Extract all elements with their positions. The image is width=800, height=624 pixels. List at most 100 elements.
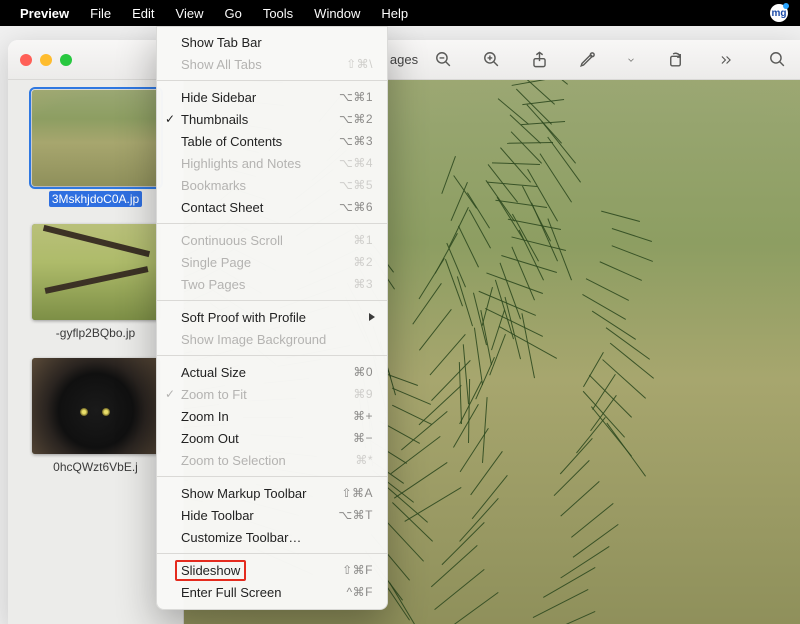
menu-item-zoom-out[interactable]: Zoom Out ⌘− <box>157 427 387 449</box>
chevrons-right-icon <box>716 53 736 67</box>
search-icon <box>768 50 787 69</box>
thumbnail-item[interactable]: 3MskhjdoC0A.jp <box>22 90 169 206</box>
thumbnail-preview <box>32 90 160 186</box>
menu-item-soft-proof-with-profile[interactable]: Soft Proof with Profile <box>157 306 387 328</box>
markup-more-button[interactable] <box>624 49 638 71</box>
menu-item-highlights-and-notes: Highlights and Notes⌥⌘4 <box>157 152 387 174</box>
menu-item-label: Zoom In <box>181 409 229 424</box>
menu-item-label: Bookmarks <box>181 178 246 193</box>
menu-item-shortcut: ⌘* <box>355 453 373 467</box>
zoom-in-icon <box>482 50 501 69</box>
share-button[interactable] <box>528 49 550 71</box>
menu-window[interactable]: Window <box>312 4 362 23</box>
menu-item-single-page: Single Page⌘2 <box>157 251 387 273</box>
menu-item-actual-size[interactable]: Actual Size⌘0 <box>157 361 387 383</box>
menu-item-hide-toolbar[interactable]: Hide Toolbar⌥⌘T <box>157 504 387 526</box>
menu-item-label: Show Markup Toolbar <box>181 486 307 501</box>
checkmark-icon: ✓ <box>165 387 175 401</box>
menu-item-label: Thumbnails <box>181 112 248 127</box>
menu-item-label: Actual Size <box>181 365 246 380</box>
menu-item-show-markup-toolbar[interactable]: Show Markup Toolbar ⇧⌘A <box>157 482 387 504</box>
view-menu-dropdown: Show Tab Bar Show All Tabs ⇧⌘\ Hide Sidebar… <box>156 26 388 610</box>
preview-window: ages <box>8 40 800 624</box>
menu-item-label: Continuous Scroll <box>181 233 283 248</box>
menu-tools[interactable]: Tools <box>261 4 295 23</box>
menu-item-shortcut: ⌥⌘4 <box>339 156 373 170</box>
menu-item-label: Slideshow <box>175 560 246 581</box>
menu-item-shortcut: ⇧⌘F <box>342 563 373 577</box>
rotate-icon <box>666 50 685 69</box>
menu-item-show-image-background: Show Image Background <box>157 328 387 350</box>
menu-item-hide-sidebar[interactable]: Hide Sidebar ⌥⌘1 <box>157 86 387 108</box>
menu-item-shortcut: ⌥⌘1 <box>339 90 373 104</box>
thumbnail-item[interactable]: -gyflp2BQbo.jp <box>22 224 169 340</box>
menu-item-show-tab-bar[interactable]: Show Tab Bar <box>157 31 387 53</box>
menu-item-zoom-to-fit: ✓ Zoom to Fit ⌘9 <box>157 383 387 405</box>
menu-item-shortcut: ⌥⌘2 <box>339 112 373 126</box>
app-menu[interactable]: Preview <box>18 4 71 23</box>
menu-item-label: Soft Proof with Profile <box>181 310 306 325</box>
menu-item-shortcut: ⌥⌘T <box>338 508 373 522</box>
menu-item-shortcut: ⌘1 <box>353 233 373 247</box>
menu-item-shortcut: ⌘+ <box>353 409 373 423</box>
zoom-window-button[interactable] <box>60 54 72 66</box>
menu-item-label: Show Tab Bar <box>181 35 262 50</box>
menu-item-zoom-to-selection: Zoom to Selection ⌘* <box>157 449 387 471</box>
status-initials: mg <box>772 8 787 19</box>
menu-item-shortcut: ⌘3 <box>353 277 373 291</box>
menu-item-shortcut: ⌥⌘5 <box>339 178 373 192</box>
menu-item-label: Enter Full Screen <box>181 585 281 600</box>
thumbnail-preview <box>32 358 160 454</box>
menu-item-shortcut: ⇧⌘\ <box>346 57 373 71</box>
menu-item-enter-full-screen[interactable]: Enter Full Screen^⌘F <box>157 581 387 603</box>
menu-view[interactable]: View <box>174 4 206 23</box>
menu-separator <box>157 553 387 554</box>
search-button[interactable] <box>766 49 788 71</box>
menu-item-table-of-contents[interactable]: Table of Contents⌥⌘3 <box>157 130 387 152</box>
thumbnail-caption: 0hcQWzt6VbE.j <box>22 460 169 474</box>
menu-item-customize-toolbar[interactable]: Customize Toolbar… <box>157 526 387 548</box>
menu-help[interactable]: Help <box>379 4 410 23</box>
menu-item-label: Show Image Background <box>181 332 326 347</box>
notification-dot-icon <box>783 3 789 9</box>
menu-item-shortcut: ⌥⌘3 <box>339 134 373 148</box>
menu-separator <box>157 355 387 356</box>
thumbnail-caption: -gyflp2BQbo.jp <box>22 326 169 340</box>
zoom-out-button[interactable] <box>432 49 454 71</box>
window-titlebar: ages <box>8 40 800 80</box>
menu-separator <box>157 300 387 301</box>
menu-separator <box>157 476 387 477</box>
menu-item-shortcut: ⌘− <box>353 431 373 445</box>
menu-item-shortcut: ⌘9 <box>353 387 373 401</box>
menu-item-shortcut: ⇧⌘A <box>341 486 373 500</box>
minimize-window-button[interactable] <box>40 54 52 66</box>
menu-item-thumbnails[interactable]: ✓ Thumbnails ⌥⌘2 <box>157 108 387 130</box>
zoom-in-button[interactable] <box>480 49 502 71</box>
menu-item-continuous-scroll: Continuous Scroll ⌘1 <box>157 229 387 251</box>
menu-edit[interactable]: Edit <box>130 4 156 23</box>
menu-item-label: Zoom to Selection <box>181 453 286 468</box>
rotate-button[interactable] <box>664 49 686 71</box>
toolbar-overflow-button[interactable] <box>712 49 740 71</box>
menu-item-label: Show All Tabs <box>181 57 262 72</box>
menu-item-label: Zoom Out <box>181 431 239 446</box>
menu-file[interactable]: File <box>88 4 113 23</box>
status-menulet[interactable]: mg <box>770 4 788 22</box>
zoom-out-icon <box>434 50 453 69</box>
thumbnail-caption: 3MskhjdoC0A.jp <box>22 192 169 206</box>
checkmark-icon: ✓ <box>165 112 175 126</box>
menu-item-zoom-in[interactable]: Zoom In ⌘+ <box>157 405 387 427</box>
share-icon <box>530 50 549 69</box>
system-menubar: Preview File Edit View Go Tools Window H… <box>0 0 800 26</box>
menu-item-contact-sheet[interactable]: Contact Sheet⌥⌘6 <box>157 196 387 218</box>
menu-item-label: Two Pages <box>181 277 245 292</box>
menu-item-two-pages: Two Pages ⌘3 <box>157 273 387 295</box>
menu-item-label: Hide Sidebar <box>181 90 256 105</box>
menu-go[interactable]: Go <box>222 4 243 23</box>
thumbnail-item[interactable]: 0hcQWzt6VbE.j <box>22 358 169 474</box>
menu-item-slideshow[interactable]: Slideshow ⇧⌘F <box>157 559 387 581</box>
window-controls <box>20 54 72 66</box>
close-window-button[interactable] <box>20 54 32 66</box>
menu-item-label: Zoom to Fit <box>181 387 247 402</box>
markup-button[interactable] <box>576 49 598 71</box>
